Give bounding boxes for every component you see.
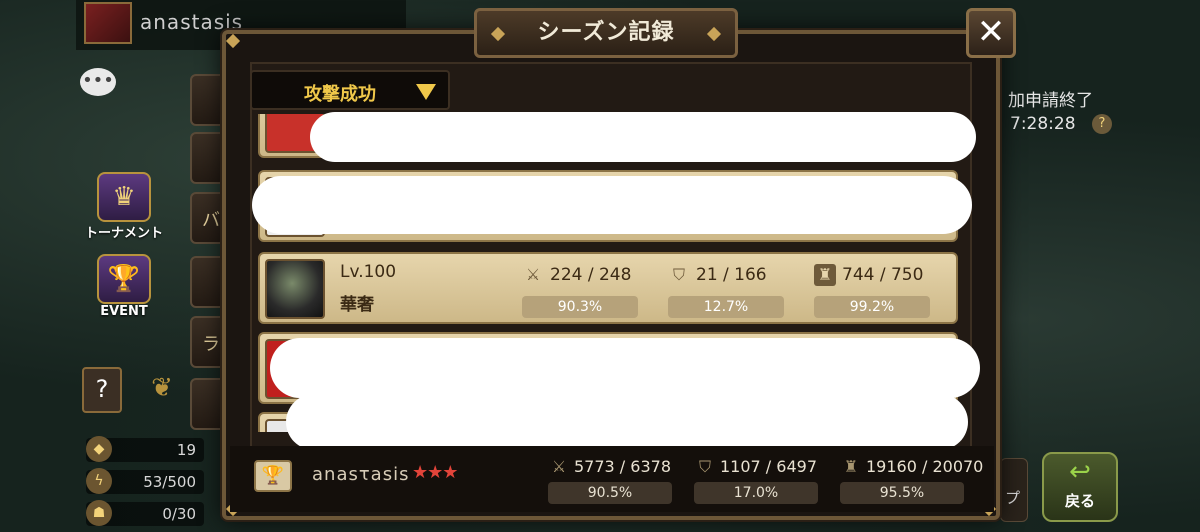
tournament-menu-item[interactable]: ♛ トーナメント [74,172,174,241]
crystal-icon: ◆ [86,436,112,462]
list-item[interactable]: Lv.100 華奢 ⚔ 224 / 248 90.3% ⛉ 21 / 166 1… [258,252,958,324]
shield-icon: ⛉ [698,457,711,476]
shield-icon: ⛉ [672,265,685,284]
return-arrow-icon: ↩ [1069,457,1091,487]
summary-tower-percent: 95.5% [840,482,964,504]
trophy-event-icon: 🏆 [97,254,151,304]
rank-stars: ★★★ [412,462,458,483]
side-button-label: ラ [202,334,220,355]
summary-attack-percent: 90.5% [548,482,672,504]
back-button[interactable]: ↩ 戻る [1042,452,1118,522]
attack-value: 224 / 248 [550,265,632,285]
title-ornament [490,26,506,42]
filter-dropdown-label: 攻撃成功 [304,84,376,105]
rank-wings-icon[interactable]: ❦ [134,368,190,408]
arena-wing-icon: ☗ [86,500,112,526]
tower-icon: ♜ [843,457,859,476]
side-button-label: バ [202,210,220,231]
guild-info-text: 加申請終了 [1008,91,1093,111]
monster-level: Lv.100 [340,262,397,282]
tournament-icon: ♛ [97,172,151,222]
summary-defense-value: 1107 / 6497 [720,457,817,476]
event-menu-item[interactable]: 🏆 EVENT [74,254,174,319]
filter-dropdown[interactable]: 攻撃成功 [250,70,450,110]
player-avatar[interactable] [84,2,132,44]
defense-value: 21 / 166 [696,265,767,285]
monster-thumbnail [265,259,325,319]
crossed-swords-icon: ⚔ [551,457,567,476]
trophy-icon: 🏆 [254,460,292,492]
summary-attack-value: 5773 / 6378 [574,457,671,476]
summary-tower-value: 19160 / 20070 [866,457,984,476]
tower-percent: 99.2% [814,296,930,318]
corner-ornament [225,33,241,49]
resource-energy: ϟ 53/500 [86,468,204,494]
attack-percent: 90.3% [522,296,638,318]
monster-name: 華奢 [340,295,374,315]
redaction-mark [252,176,972,234]
summary-defense-percent: 17.0% [694,482,818,504]
tower-icon: ♜ [814,264,836,286]
energy-icon: ϟ [86,468,112,494]
help-question-icon[interactable]: ? [82,367,122,413]
chat-bubble-icon[interactable]: ••• [80,68,116,96]
crossed-swords-icon: ⚔ [525,265,541,284]
title-ornament [706,26,722,42]
event-label: EVENT [100,304,148,319]
right-side-button[interactable]: プ [1000,458,1028,522]
redaction-mark [286,394,968,450]
countdown-timer: 7:28:28 [1010,114,1076,134]
defense-percent: 12.7% [668,296,784,318]
redaction-mark [310,112,976,162]
redaction-mark [270,338,980,398]
resource-arena-wing: ☗ 0/30 [86,500,204,526]
summary-player-name: anasτasis [312,464,410,485]
close-button[interactable]: ✕ [966,8,1016,58]
dialog-title: シーズン記録 [537,20,675,45]
resource-crystal: ◆ 19 [86,436,204,462]
tower-value: 744 / 750 [842,265,924,285]
tournament-label: トーナメント [84,226,163,241]
dialog-title-tab: シーズン記録 [474,8,738,58]
info-help-icon[interactable]: ? [1092,114,1112,134]
dropdown-arrow-icon [416,84,436,100]
